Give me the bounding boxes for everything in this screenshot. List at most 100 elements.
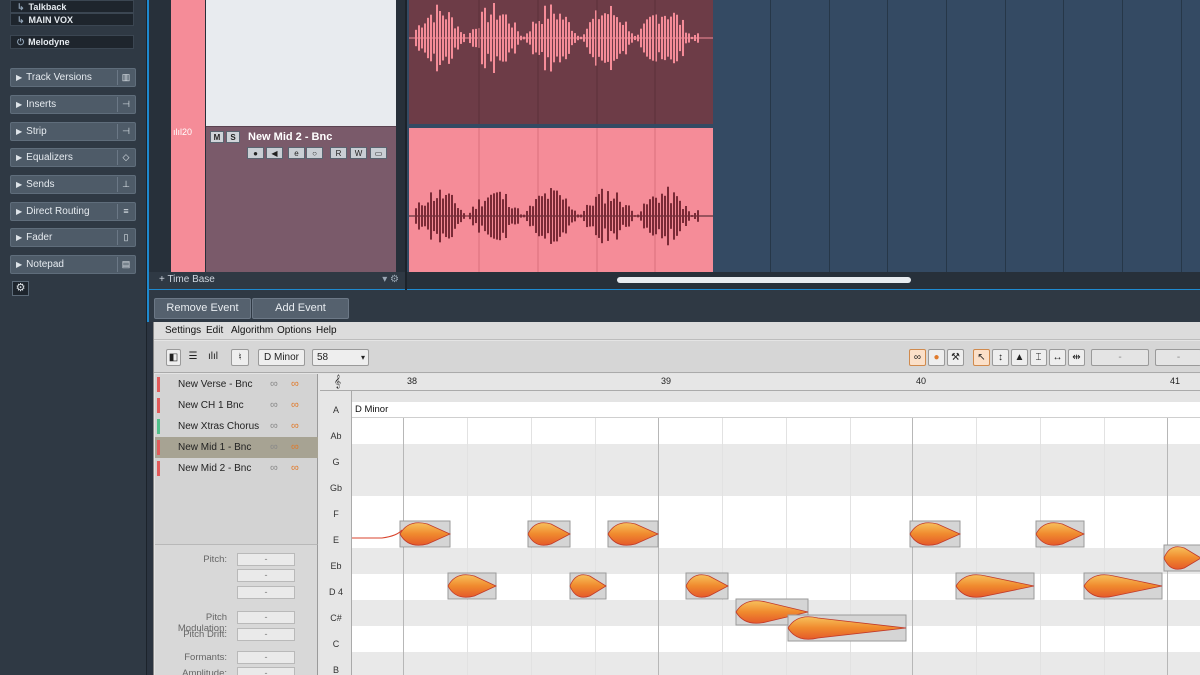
track-list-item[interactable]: New CH 1 Bnc ∞ ∞: [155, 395, 318, 416]
track-name[interactable]: New Mid 2 - Bnc: [248, 131, 332, 143]
pitch-ruler[interactable]: A Ab G Gb F E Eb D 4 C# C B: [320, 391, 352, 675]
track-list-item[interactable]: New Mid 2 - Bnc ∞ ∞: [155, 458, 318, 479]
notepad-icon[interactable]: ▤: [117, 257, 134, 272]
track-item-talkback[interactable]: ↳ Talkback: [10, 0, 134, 13]
track-list-item[interactable]: New Xtras Chorus ∞ ∞: [155, 416, 318, 437]
tuning-fork-icon[interactable]: ♮: [231, 349, 249, 366]
section-strip[interactable]: ▶ Strip ⊣: [10, 122, 136, 141]
waveform-sample: [628, 31, 630, 45]
routing-icon[interactable]: ≡: [117, 204, 134, 219]
link-icon[interactable]: ∞: [270, 437, 278, 458]
menu-edit[interactable]: Edit: [206, 325, 223, 336]
track-list-item[interactable]: New Verse - Bnc ∞ ∞: [155, 374, 318, 395]
time-tool-icon[interactable]: ↔: [1049, 349, 1066, 366]
edit-link-icon[interactable]: ∞: [291, 374, 299, 395]
value-field-2[interactable]: -: [1155, 349, 1200, 366]
blob-icon[interactable]: ●: [928, 349, 945, 366]
scale-lane[interactable]: D Minor: [352, 402, 1200, 418]
param-value-field[interactable]: -: [237, 667, 295, 675]
amplitude-tool-icon[interactable]: ⌶: [1030, 349, 1047, 366]
bar-ruler[interactable]: 𝄞 38 39 40 41: [320, 374, 1200, 391]
horizontal-scrollbar[interactable]: [407, 272, 1200, 289]
pointer-tool-icon[interactable]: ↖: [973, 349, 990, 366]
param-value-field[interactable]: -: [237, 569, 295, 582]
mute-button[interactable]: M: [210, 131, 224, 143]
spectrum-icon[interactable]: ılıl: [204, 349, 222, 366]
menu-options[interactable]: Options: [277, 325, 311, 336]
edit-link-icon[interactable]: ∞: [291, 437, 299, 458]
section-track-versions[interactable]: ▶ Track Versions ▥: [10, 68, 136, 87]
section-notepad[interactable]: ▶ Notepad ▤: [10, 255, 136, 274]
pitch-tool-icon[interactable]: ↕: [992, 349, 1009, 366]
split-tool-icon[interactable]: ⇹: [1068, 349, 1085, 366]
menu-settings[interactable]: Settings: [165, 325, 201, 336]
waveform-sample: [559, 195, 561, 237]
section-inserts[interactable]: ▶ Inserts ⊣: [10, 95, 136, 114]
section-direct-routing[interactable]: ▶ Direct Routing ≡: [10, 202, 136, 221]
wrench-icon[interactable]: ⚒: [947, 349, 964, 366]
track-list-label: New Mid 2 - Bnc: [178, 463, 252, 474]
track-header-upper[interactable]: [206, 0, 396, 126]
arrangement-grid[interactable]: [407, 0, 1200, 272]
note-editor-grid[interactable]: [352, 418, 1200, 675]
edit-icon[interactable]: e: [288, 147, 305, 159]
grid-line: [1181, 0, 1182, 272]
settings-gear-icon[interactable]: ⚙: [12, 281, 29, 296]
edit-link-icon[interactable]: ∞: [291, 395, 299, 416]
formant-tool-icon[interactable]: ▲: [1011, 349, 1028, 366]
chevron-down-icon[interactable]: ▾: [361, 350, 365, 365]
treble-clef-icon[interactable]: 𝄞: [334, 374, 341, 389]
strip-icon[interactable]: ⊣: [117, 124, 134, 139]
fader-icon[interactable]: ▯: [117, 230, 134, 245]
section-fader[interactable]: ▶ Fader ▯: [10, 228, 136, 247]
section-sends[interactable]: ▶ Sends ⊥: [10, 175, 136, 194]
write-button[interactable]: W: [350, 147, 367, 159]
tempo-field[interactable]: 58 ▾: [312, 349, 369, 366]
audio-event-upper[interactable]: [409, 0, 713, 124]
param-value-field[interactable]: -: [237, 611, 295, 624]
audio-event-new-mid-2[interactable]: [409, 128, 713, 272]
read-button[interactable]: R: [330, 147, 347, 159]
key-selector[interactable]: D Minor: [258, 349, 305, 366]
link-icon[interactable]: ∞: [270, 374, 278, 395]
param-value-field[interactable]: -: [237, 651, 295, 664]
lanes-icon[interactable]: ▭: [370, 147, 387, 159]
link-icon[interactable]: ∞: [270, 458, 278, 479]
edit-link-icon[interactable]: ∞: [291, 416, 299, 437]
add-event-button[interactable]: Add Event: [252, 298, 349, 319]
monitor-icon[interactable]: ◀: [266, 147, 283, 159]
dropdown-gear-icon[interactable]: ▾ ⚙: [382, 272, 399, 287]
track-versions-icon[interactable]: ▥: [117, 70, 134, 85]
remove-event-button[interactable]: Remove Event: [154, 298, 251, 319]
track-list-item[interactable]: New Mid 1 - Bnc ∞ ∞: [155, 437, 318, 458]
lock-icon[interactable]: ○: [306, 147, 323, 159]
link-icon[interactable]: ∞: [909, 349, 926, 366]
pitch-label: F: [333, 509, 339, 519]
param-value-field[interactable]: -: [237, 586, 295, 599]
track-color-marker: [157, 461, 160, 476]
plugin-slot-melodyne[interactable]: ⏻ Melodyne: [10, 35, 134, 49]
mixer-icon[interactable]: ☰: [184, 349, 202, 366]
edit-link-icon[interactable]: ∞: [291, 458, 299, 479]
record-enable-icon[interactable]: ●: [247, 147, 264, 159]
inserts-icon[interactable]: ⊣: [117, 97, 134, 112]
menu-algorithm[interactable]: Algorithm: [231, 325, 273, 336]
track-header-new-mid-2[interactable]: M S New Mid 2 - Bnc ● ◀ e ○ R W ▭: [206, 126, 396, 272]
layout-panel-icon[interactable]: ◧: [166, 349, 181, 366]
param-value-field[interactable]: -: [237, 553, 295, 566]
sends-icon[interactable]: ⊥: [117, 177, 134, 192]
section-equalizers[interactable]: ▶ Equalizers ◇: [10, 148, 136, 167]
track-item-main-vox[interactable]: ↳ MAIN VOX: [10, 13, 134, 26]
param-value-field[interactable]: -: [237, 628, 295, 641]
waveform-sample: [619, 201, 621, 231]
value-field-1[interactable]: -: [1091, 349, 1149, 366]
eq-icon[interactable]: ◇: [117, 150, 134, 165]
power-icon[interactable]: ⏻: [17, 37, 24, 47]
menu-help[interactable]: Help: [316, 325, 337, 336]
solo-button[interactable]: S: [226, 131, 240, 143]
link-icon[interactable]: ∞: [270, 395, 278, 416]
link-icon[interactable]: ∞: [270, 416, 278, 437]
waveform-sample: [487, 197, 489, 235]
timebase-bar[interactable]: + Time Base ▾ ⚙: [149, 272, 405, 289]
scrollbar-thumb[interactable]: [617, 277, 911, 283]
